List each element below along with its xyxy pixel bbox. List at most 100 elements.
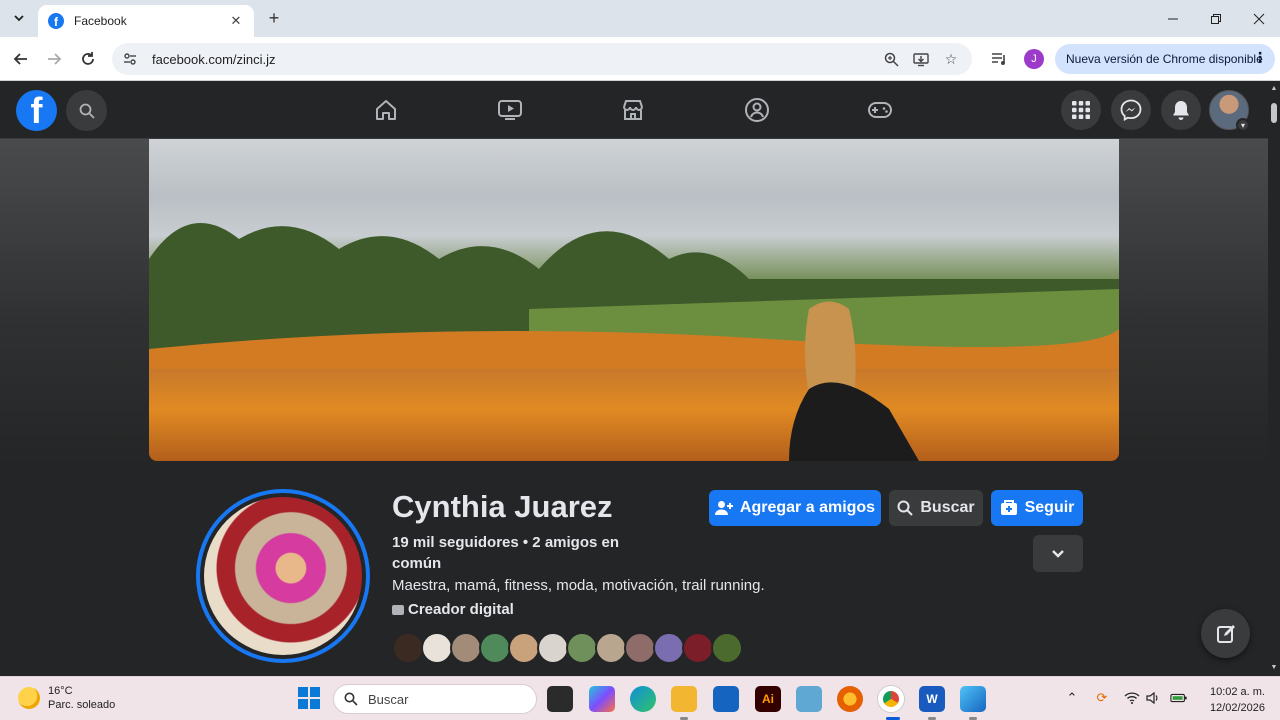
- compose-icon: [1216, 624, 1235, 643]
- word-icon[interactable]: W: [919, 686, 945, 712]
- profile-category: Creador digital: [392, 601, 514, 618]
- battery-icon[interactable]: [1170, 689, 1188, 707]
- profile-picture[interactable]: [196, 489, 370, 663]
- home-icon[interactable]: [366, 91, 406, 129]
- profile-stats[interactable]: 19 mil seguidores • 2 amigos en común: [392, 532, 632, 574]
- cover-person-figure: [789, 301, 919, 461]
- facebook-search-button[interactable]: [66, 90, 107, 131]
- mail-icon[interactable]: [713, 686, 739, 712]
- taskbar-search[interactable]: Buscar: [333, 684, 537, 714]
- gaming-icon[interactable]: [860, 91, 900, 129]
- show-hidden-icons-icon[interactable]: ⌃: [1063, 689, 1081, 707]
- weather-temp: 16°C: [48, 685, 73, 697]
- add-friend-icon: [714, 501, 733, 515]
- zoom-icon[interactable]: [882, 50, 900, 68]
- browser-tab-strip: f Facebook ✕ +: [0, 0, 1280, 37]
- friend-avatar[interactable]: [479, 632, 511, 664]
- sun-icon: [18, 687, 40, 709]
- bookmark-star-icon[interactable]: ☆: [942, 50, 960, 68]
- address-bar[interactable]: facebook.com/zinci.jz ☆: [112, 43, 972, 75]
- add-friend-label: Agregar a amigos: [739, 499, 876, 516]
- cover-photo[interactable]: [149, 139, 1119, 461]
- close-window-icon[interactable]: [1236, 6, 1280, 32]
- back-arrow-icon[interactable]: [8, 46, 34, 72]
- new-tab-icon[interactable]: +: [263, 8, 285, 28]
- site-info-icon[interactable]: [122, 51, 138, 67]
- tab-title: Facebook: [74, 14, 127, 28]
- windows-start-icon[interactable]: [298, 687, 320, 709]
- friend-avatar[interactable]: [653, 632, 685, 664]
- scroll-thumb[interactable]: [1271, 103, 1277, 123]
- profile-category-label: Creador digital: [408, 601, 514, 618]
- search-icon: [897, 500, 914, 516]
- more-options-button[interactable]: [1033, 535, 1083, 572]
- reload-icon[interactable]: [75, 46, 101, 72]
- marketplace-icon[interactable]: [613, 91, 653, 129]
- friend-avatar[interactable]: [392, 632, 424, 664]
- chrome-update-label: Nueva versión de Chrome disponible: [1066, 52, 1263, 66]
- facebook-logo-icon[interactable]: f: [16, 90, 57, 131]
- profile-search-button[interactable]: Buscar: [889, 490, 983, 526]
- friend-avatar[interactable]: [537, 632, 569, 664]
- follow-button[interactable]: Seguir: [991, 490, 1083, 526]
- account-chevron-down-icon[interactable]: ▾: [1236, 118, 1250, 132]
- friend-avatar[interactable]: [711, 632, 743, 664]
- friend-avatar[interactable]: [566, 632, 598, 664]
- facebook-favicon-icon: f: [48, 13, 64, 29]
- friend-avatar[interactable]: [595, 632, 627, 664]
- groups-icon[interactable]: [737, 91, 777, 129]
- new-message-button[interactable]: [1201, 609, 1250, 658]
- friend-avatar[interactable]: [450, 632, 482, 664]
- clock-time: 10:02 a. m.: [1209, 686, 1265, 698]
- taskbar-search-label: Buscar: [368, 691, 409, 707]
- system-clock[interactable]: 10:02 a. m. 12/02/2026: [1203, 684, 1265, 716]
- profile-search-label: Buscar: [920, 499, 975, 516]
- cover-photo-scenery: [149, 223, 1119, 369]
- friend-avatar[interactable]: [421, 632, 453, 664]
- chrome-menu-icon[interactable]: ⋮: [1253, 49, 1267, 66]
- chrome-profile-avatar[interactable]: J: [1024, 49, 1044, 69]
- menu-grid-icon[interactable]: [1061, 90, 1101, 130]
- add-friend-button[interactable]: Agregar a amigos: [709, 490, 881, 526]
- watch-icon[interactable]: [490, 91, 530, 129]
- mutual-friends-avatars[interactable]: [392, 632, 743, 664]
- profile-name: Cynthia Juarez: [392, 489, 613, 524]
- friend-avatar[interactable]: [508, 632, 540, 664]
- edge-browser-icon[interactable]: [630, 686, 656, 712]
- volume-icon[interactable]: [1144, 689, 1162, 707]
- chrome-update-button[interactable]: Nueva versión de Chrome disponible ⋮: [1055, 44, 1275, 74]
- page-scrollbar[interactable]: ▲ ▼: [1268, 81, 1280, 676]
- control-panel-icon[interactable]: [796, 686, 822, 712]
- media-queue-icon[interactable]: [990, 50, 1008, 68]
- messenger-icon[interactable]: [1111, 90, 1151, 130]
- install-app-icon[interactable]: [912, 50, 930, 68]
- minimize-icon[interactable]: [1150, 6, 1196, 32]
- firefox-icon[interactable]: [837, 686, 863, 712]
- tab-search-chevron-icon[interactable]: [8, 7, 30, 29]
- weather-widget[interactable]: 16°C Parc. soleado: [18, 684, 115, 712]
- file-explorer-icon[interactable]: [671, 686, 697, 712]
- friend-avatar[interactable]: [624, 632, 656, 664]
- tab-close-icon[interactable]: ✕: [228, 13, 244, 29]
- profile-bio: Maestra, mamá, fitness, moda, motivación…: [392, 577, 765, 594]
- illustrator-icon[interactable]: Ai: [755, 686, 781, 712]
- photos-icon[interactable]: [960, 686, 986, 712]
- follow-label: Seguir: [1024, 499, 1075, 516]
- friend-avatar[interactable]: [682, 632, 714, 664]
- profile-picture-image: [204, 497, 362, 655]
- restore-icon[interactable]: [1193, 6, 1239, 32]
- scroll-up-icon[interactable]: ▲: [1270, 85, 1278, 92]
- chevron-down-icon: [1052, 549, 1064, 558]
- windows-taskbar: 16°C Parc. soleado Buscar Ai W ⌃ ⟳ 10:02…: [0, 676, 1280, 720]
- url-text: facebook.com/zinci.jz: [152, 51, 276, 67]
- task-view-icon[interactable]: [547, 686, 573, 712]
- chrome-icon[interactable]: [878, 686, 904, 712]
- weather-desc: Parc. soleado: [48, 699, 116, 711]
- sync-icon[interactable]: ⟳: [1093, 689, 1111, 707]
- notifications-icon[interactable]: [1161, 90, 1201, 130]
- copilot-icon[interactable]: [589, 686, 615, 712]
- forward-arrow-icon[interactable]: [41, 46, 67, 72]
- scroll-down-icon[interactable]: ▼: [1270, 664, 1278, 671]
- browser-tab-facebook[interactable]: f Facebook ✕: [38, 5, 254, 37]
- wifi-icon[interactable]: [1123, 689, 1141, 707]
